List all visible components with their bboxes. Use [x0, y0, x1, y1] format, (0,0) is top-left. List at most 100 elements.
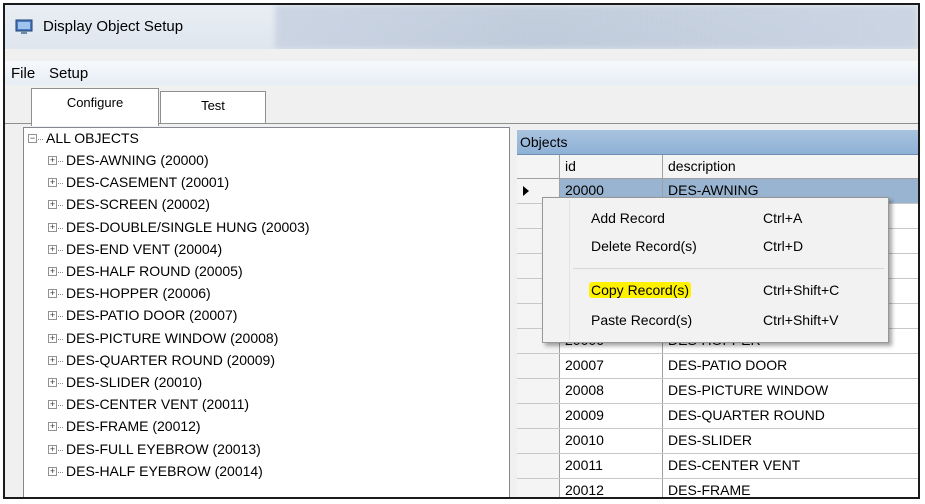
tree-connector [58, 272, 63, 273]
tree-connector [58, 205, 63, 207]
row-pointer-icon [523, 186, 529, 196]
expand-icon[interactable]: + [48, 400, 57, 410]
expand-icon[interactable]: + [48, 466, 57, 476]
tree-item-label: DES-FULL EYEBROW (20013) [66, 440, 261, 457]
tree-item-label: DES-AWNING (20000) [66, 152, 209, 168]
tree-item-label: DES-HOPPER (20006) [66, 285, 211, 302]
expand-icon[interactable]: + [48, 156, 57, 165]
window-title: Display Object Setup [43, 18, 184, 35]
cell-description[interactable]: DES-CENTER VENT [663, 454, 918, 478]
expand-icon[interactable]: + [48, 178, 57, 188]
expand-icon[interactable]: + [48, 378, 57, 387]
tree-item-label: DES-SLIDER (20010) [66, 374, 203, 390]
expand-icon[interactable]: + [48, 267, 57, 276]
tree-item-label: DES-PATIO DOOR (20007) [66, 307, 238, 324]
grid-caption: Objects [517, 130, 918, 155]
menu-item-label: Delete Record(s) [591, 238, 697, 254]
tree-connector [58, 249, 63, 251]
column-header-description[interactable]: description [663, 155, 918, 178]
tree-item-label: DES-HALF EYEBROW (20014) [66, 462, 263, 479]
context-menu-item[interactable]: Paste Record(s) Ctrl+Shift+V [545, 308, 886, 334]
tab-test[interactable]: Test [160, 91, 266, 123]
tree-item-label: DES-END VENT (20004) [66, 240, 223, 257]
expand-icon[interactable]: + [48, 333, 57, 343]
tree-connector [58, 360, 63, 362]
row-header[interactable] [517, 454, 560, 478]
tree-connector [58, 227, 63, 229]
row-header[interactable] [517, 379, 560, 403]
tree-connector [58, 294, 63, 296]
cell-description[interactable]: DES-QUARTER ROUND [663, 404, 918, 428]
expand-icon[interactable]: + [48, 444, 57, 454]
menu-item-label: Copy Record(s) [589, 282, 692, 298]
tree-connector [58, 471, 63, 473]
title-bar: Display Object Setup [5, 5, 918, 49]
table-row[interactable]: 20008 DES-PICTURE WINDOW [517, 379, 918, 404]
tree-connector [58, 183, 63, 185]
expand-icon[interactable]: + [48, 422, 57, 432]
cell-id[interactable]: 20011 [560, 454, 663, 478]
menu-item-shortcut: Ctrl+Shift+C [763, 282, 840, 298]
table-row[interactable]: 20010 DES-SLIDER [517, 429, 918, 454]
menu-item-shortcut: Ctrl+Shift+V [763, 312, 839, 328]
row-header[interactable] [517, 429, 560, 453]
tree-connector [58, 161, 63, 162]
context-menu: Add Record Ctrl+A Delete Record(s) Ctrl+D Co… [542, 197, 889, 343]
app-window: Display Object Setup File Setup Configur… [3, 3, 920, 499]
collapse-icon[interactable]: − [28, 134, 37, 143]
cell-id[interactable]: 20007 [560, 354, 663, 378]
menu-item-label: Add Record [591, 210, 665, 226]
tab-configure[interactable]: Configure [31, 88, 159, 126]
cell-description[interactable]: DES-FRAME [663, 479, 918, 497]
tree-item-label: DES-HALF ROUND (20005) [66, 263, 243, 279]
menu-item-shortcut: Ctrl+D [763, 238, 804, 254]
expand-icon[interactable]: + [48, 311, 57, 321]
cell-id[interactable]: 20009 [560, 404, 663, 428]
table-row[interactable]: 20007 DES-PATIO DOOR [517, 354, 918, 379]
menu-separator [573, 268, 884, 269]
tree-connector [58, 427, 63, 429]
row-header[interactable] [517, 479, 560, 497]
cell-description[interactable]: DES-PATIO DOOR [663, 354, 918, 378]
menu-file[interactable]: File [11, 65, 35, 82]
cell-id[interactable]: 20008 [560, 379, 663, 403]
context-menu-item[interactable]: Copy Record(s) Ctrl+Shift+C [545, 278, 886, 304]
expand-icon[interactable]: + [48, 222, 57, 232]
tree-connector [58, 338, 63, 340]
object-tree[interactable]: − ALL OBJECTS + DES-AWNING (20000) + DES-CA… [23, 127, 510, 497]
table-row[interactable]: 20012 DES-FRAME [517, 479, 918, 497]
expand-icon[interactable]: + [48, 355, 57, 365]
background-blur [275, 5, 918, 49]
tree-connector [58, 449, 63, 451]
tree-connector [58, 405, 63, 407]
tree-connector [38, 139, 43, 140]
display-window-icon [15, 19, 33, 34]
grid-header: id description [517, 155, 918, 179]
tree-root-label: ALL OBJECTS [46, 130, 139, 146]
row-header[interactable] [517, 354, 560, 378]
cell-description[interactable]: DES-SLIDER [663, 429, 918, 453]
context-menu-item[interactable]: Delete Record(s) Ctrl+D [545, 234, 886, 260]
tree-item-label: DES-FRAME (20012) [66, 418, 201, 435]
expand-icon[interactable]: + [48, 244, 57, 254]
menu-setup[interactable]: Setup [49, 65, 88, 82]
tree-item-label: DES-CENTER VENT (20011) [66, 396, 250, 413]
row-header-corner [517, 155, 560, 178]
cell-description[interactable]: DES-PICTURE WINDOW [663, 379, 918, 403]
menu-item-label: Paste Record(s) [591, 312, 693, 328]
table-row[interactable]: 20011 DES-CENTER VENT [517, 454, 918, 479]
tree-connector [58, 316, 63, 318]
expand-icon[interactable]: + [48, 289, 57, 299]
tree-item-label: DES-CASEMENT (20001) [66, 174, 230, 191]
tree-item-label: DES-PICTURE WINDOW (20008) [66, 329, 279, 346]
row-header[interactable] [517, 404, 560, 428]
context-menu-item[interactable]: Add Record Ctrl+A [545, 206, 886, 232]
cell-id[interactable]: 20010 [560, 429, 663, 453]
table-row[interactable]: 20009 DES-QUARTER ROUND [517, 404, 918, 429]
tab-strip: Configure Test [5, 85, 918, 126]
column-header-id[interactable]: id [560, 155, 663, 178]
tree-item-label: DES-DOUBLE/SINGLE HUNG (20003) [66, 218, 310, 235]
expand-icon[interactable]: + [48, 200, 57, 210]
cell-id[interactable]: 20012 [560, 479, 663, 497]
tree-item-label: DES-QUARTER ROUND (20009) [66, 351, 276, 368]
